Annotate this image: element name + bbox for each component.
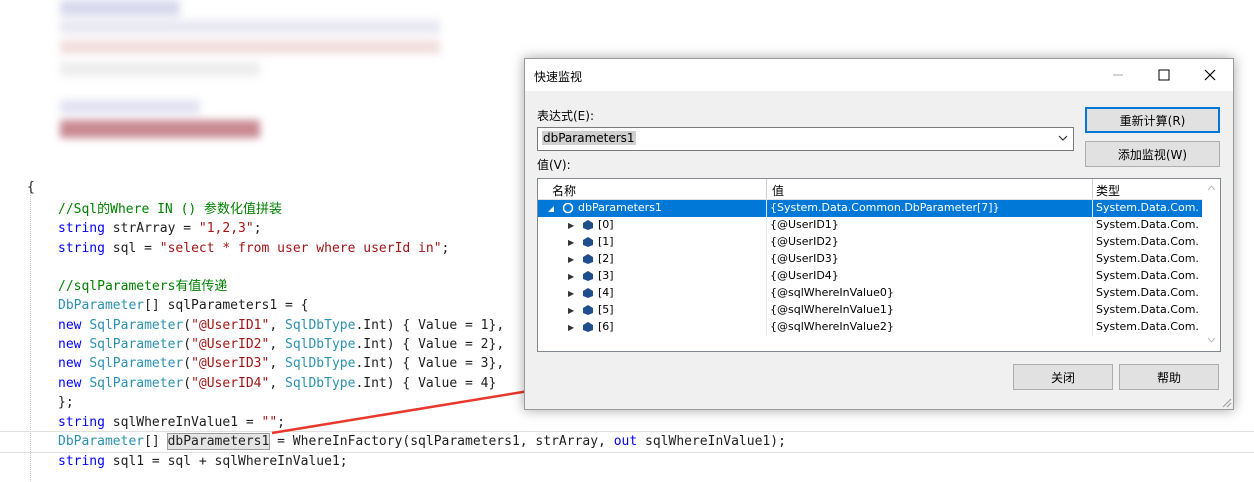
- watch-row[interactable]: ▶ [1] {@UserID2} System.Data.Com...: [538, 234, 1202, 251]
- cell-type: System.Data.Com...: [1096, 320, 1200, 333]
- cell-name: [4]: [598, 286, 614, 299]
- maximize-icon[interactable]: [1141, 59, 1187, 91]
- field-icon: [582, 321, 594, 336]
- value-label: 值(V):: [537, 158, 571, 172]
- watch-row[interactable]: ▶ [5] {@sqlWhereInValue1} System.Data.Com..…: [538, 302, 1202, 319]
- resize-grip-icon[interactable]: [1220, 396, 1232, 408]
- column-separator: [766, 319, 767, 336]
- field-icon: [582, 287, 594, 302]
- column-separator: [1092, 319, 1093, 336]
- expander-icon[interactable]: ◢: [548, 204, 554, 213]
- cell-name: [3]: [598, 269, 614, 282]
- field-icon: [582, 270, 594, 285]
- column-header-value[interactable]: 值: [772, 182, 784, 199]
- cell-value: {@UserID3}: [770, 252, 839, 265]
- column-separator: [1092, 251, 1093, 268]
- column-header-type[interactable]: 类型: [1096, 182, 1120, 199]
- quickwatch-dialog: 快速监视 表达式(E): dbParameters1 值(V): 重新计算(R)…: [524, 58, 1234, 410]
- field-icon: [582, 253, 594, 268]
- field-icon: [582, 304, 594, 319]
- cell-name: [6]: [598, 320, 614, 333]
- column-separator: [766, 217, 767, 234]
- expander-icon[interactable]: ▶: [568, 323, 574, 332]
- watch-row[interactable]: ▶ [3] {@UserID4} System.Data.Com...: [538, 268, 1202, 285]
- column-separator: [766, 302, 767, 319]
- cell-value: {@sqlWhereInValue2}: [770, 320, 894, 333]
- column-separator: [766, 251, 767, 268]
- expander-icon[interactable]: ▶: [568, 306, 574, 315]
- close-button[interactable]: 关闭: [1013, 364, 1113, 390]
- cell-type: System.Data.Com...: [1096, 269, 1200, 282]
- cell-name: [1]: [598, 235, 614, 248]
- watch-row[interactable]: ▶ [0] {@UserID1} System.Data.Com...: [538, 217, 1202, 234]
- field-icon: [582, 236, 594, 251]
- help-button[interactable]: 帮助: [1119, 364, 1219, 390]
- expander-icon[interactable]: ▶: [568, 289, 574, 298]
- recalculate-button[interactable]: 重新计算(R): [1085, 107, 1220, 133]
- expression-combobox[interactable]: dbParameters1: [537, 127, 1074, 151]
- column-separator: [1092, 268, 1093, 285]
- column-separator: [766, 234, 767, 251]
- expression-value[interactable]: dbParameters1: [542, 131, 636, 145]
- watch-row[interactable]: ◢ dbParameters1 {System.Data.Common.DbPara…: [538, 200, 1202, 217]
- cell-name: [5]: [598, 303, 614, 316]
- cell-name: [2]: [598, 252, 614, 265]
- column-separator: [766, 285, 767, 302]
- column-header-name[interactable]: 名称: [552, 182, 576, 199]
- close-icon[interactable]: [1187, 59, 1233, 91]
- grid-header: 名称 值 类型: [538, 179, 1202, 200]
- cell-type: System.Data.Com...: [1096, 235, 1200, 248]
- expander-icon[interactable]: ▶: [568, 238, 574, 247]
- cell-type: System.Data.Com...: [1096, 252, 1200, 265]
- cell-type: System.Data.Com...: [1096, 286, 1200, 299]
- minimize-icon[interactable]: [1095, 59, 1141, 91]
- object-icon: [562, 202, 574, 217]
- column-separator: [766, 200, 767, 217]
- expression-label: 表达式(E):: [537, 109, 594, 123]
- field-icon: [582, 219, 594, 234]
- cell-value: {@UserID4}: [770, 269, 839, 282]
- add-watch-button[interactable]: 添加监视(W): [1085, 141, 1220, 167]
- chevron-down-icon[interactable]: [1057, 132, 1069, 144]
- cell-type: System.Data.Com...: [1096, 201, 1200, 214]
- column-separator: [1092, 217, 1093, 234]
- expander-icon[interactable]: ▶: [568, 221, 574, 230]
- watch-grid[interactable]: 名称 值 类型 ◢ dbParameters1 {System.Data.Commo…: [537, 178, 1221, 352]
- column-separator: [766, 268, 767, 285]
- dialog-title: 快速监视: [534, 70, 583, 84]
- column-separator: [1092, 285, 1093, 302]
- column-separator: [1092, 200, 1093, 217]
- column-separator: [1092, 234, 1093, 251]
- watch-row[interactable]: ▶ [4] {@sqlWhereInValue0} System.Data.Com..…: [538, 285, 1202, 302]
- expander-icon[interactable]: ▶: [568, 272, 574, 281]
- cell-value: {@UserID1}: [770, 218, 839, 231]
- watch-row[interactable]: ▶ [2] {@UserID3} System.Data.Com...: [538, 251, 1202, 268]
- cell-value: {@sqlWhereInValue0}: [770, 286, 894, 299]
- watch-row[interactable]: ▶ [6] {@sqlWhereInValue2} System.Data.Com..…: [538, 319, 1202, 336]
- dialog-titlebar[interactable]: 快速监视: [525, 59, 1233, 91]
- expander-icon[interactable]: ▶: [568, 255, 574, 264]
- cell-value: {@UserID2}: [770, 235, 839, 248]
- cell-type: System.Data.Com...: [1096, 303, 1200, 316]
- cell-value: {System.Data.Common.DbParameter[7]}: [770, 201, 1000, 214]
- cell-name: [0]: [598, 218, 614, 231]
- vertical-scrollbar[interactable]: [1203, 179, 1220, 349]
- cell-value: {@sqlWhereInValue1}: [770, 303, 894, 316]
- cell-type: System.Data.Com...: [1096, 218, 1200, 231]
- cell-name: dbParameters1: [578, 201, 662, 214]
- column-separator: [1092, 302, 1093, 319]
